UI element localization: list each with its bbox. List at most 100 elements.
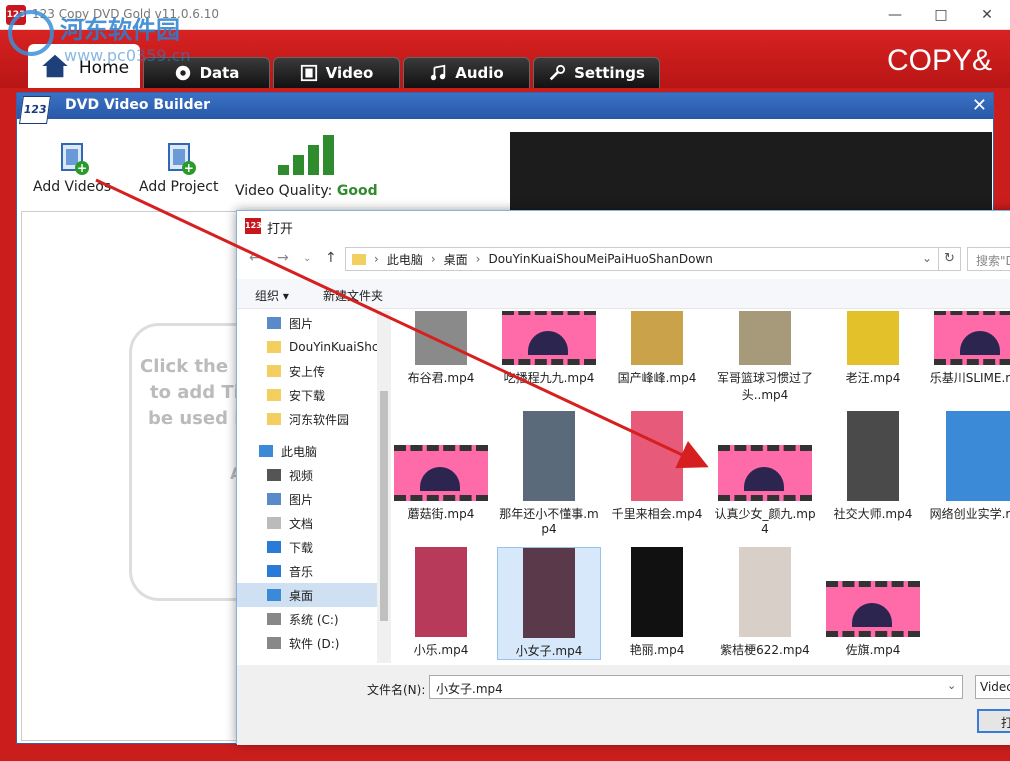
forward-arrow-icon[interactable]: →: [277, 250, 289, 266]
address-dropdown-chevron-icon[interactable]: ⌄: [922, 251, 932, 265]
file-type-select[interactable]: Videc: [975, 675, 1010, 699]
tab-settings[interactable]: Settings: [533, 57, 660, 88]
builder-title: DVD Video Builder: [65, 97, 211, 113]
file-item[interactable]: 佐旗.mp4: [821, 547, 925, 658]
nav-item[interactable]: 视频: [237, 463, 389, 487]
file-name: 千里来相会.mp4: [611, 507, 703, 521]
organize-button[interactable]: 组织 ▾: [255, 287, 289, 304]
nav-item[interactable]: 下载: [237, 535, 389, 559]
folder-icon: [267, 341, 281, 353]
tab-home[interactable]: Home: [28, 44, 140, 88]
file-thumbnail: [415, 311, 467, 365]
folder-icon: [267, 365, 281, 377]
file-item[interactable]: 吃播程九九.mp4: [497, 311, 601, 386]
open-button[interactable]: 打: [977, 709, 1010, 733]
nav-item[interactable]: 安上传: [237, 359, 389, 383]
video-preview: [510, 132, 992, 222]
music-note-icon: [431, 64, 446, 81]
file-name: 小乐.mp4: [413, 643, 469, 657]
nav-item-label: 文档: [289, 516, 314, 531]
back-arrow-icon[interactable]: ←: [249, 250, 261, 266]
file-name: 布谷君.mp4: [407, 371, 475, 385]
minimize-button[interactable]: —: [872, 0, 918, 30]
file-item[interactable]: 小乐.mp4: [393, 547, 493, 658]
nav-item-label: 安下载: [289, 388, 326, 403]
recent-chevron-down-icon[interactable]: ⌄: [303, 253, 311, 264]
tab-label: Data: [199, 64, 240, 82]
file-item[interactable]: 社交大师.mp4: [821, 411, 925, 522]
file-item[interactable]: 蘑菇街.mp4: [393, 411, 493, 522]
builder-app-icon: 123: [19, 96, 51, 124]
nav-item-label: 软件 (D:): [289, 636, 340, 651]
nav-item[interactable]: 文档: [237, 511, 389, 535]
video-quality-indicator[interactable]: Video Quality: Good: [235, 133, 378, 199]
file-item[interactable]: 认真少女_颜九.mp4: [713, 411, 817, 536]
disc-icon: [175, 65, 190, 81]
file-item[interactable]: 艳丽.mp4: [605, 547, 709, 658]
nav-item-label: 视频: [289, 468, 314, 483]
file-thumbnail: [631, 311, 683, 365]
file-thumbnail: [934, 311, 1010, 365]
refresh-icon[interactable]: ↻: [939, 247, 961, 271]
file-item[interactable]: 小女子.mp4: [497, 547, 601, 660]
file-thumbnail: [847, 311, 899, 365]
nav-item[interactable]: 此电脑: [237, 439, 389, 463]
file-item[interactable]: 军哥篮球习惯过了头..mp4: [713, 311, 817, 403]
file-name: 蘑菇街.mp4: [407, 507, 475, 521]
file-thumbnail: [739, 311, 791, 365]
nav-item[interactable]: 系统 (C:): [237, 607, 389, 631]
filename-dropdown-chevron-icon[interactable]: ⌄: [947, 679, 956, 692]
film-icon: [300, 64, 317, 82]
video-quality-label: Video Quality:: [235, 183, 333, 199]
nav-item[interactable]: 安下载: [237, 383, 389, 407]
drive-icon: [267, 613, 281, 625]
file-item[interactable]: 布谷君.mp4: [393, 311, 493, 386]
nav-item[interactable]: 图片: [237, 487, 389, 511]
computer-icon: [259, 445, 273, 457]
up-arrow-icon[interactable]: ↑: [325, 250, 337, 266]
add-project-label: Add Project: [139, 179, 219, 195]
nav-item[interactable]: 河东软件园: [237, 407, 389, 431]
file-name: 紫桔梗622.mp4: [720, 643, 810, 657]
folder-icon: [267, 389, 281, 401]
navigation-scroll-thumb[interactable]: [380, 391, 388, 621]
breadcrumb-item[interactable]: 桌面: [444, 251, 468, 268]
tab-audio[interactable]: Audio: [403, 57, 530, 88]
file-thumbnail: [523, 411, 575, 501]
signal-bars-icon: [235, 133, 378, 175]
file-item[interactable]: 老汪.mp4: [821, 311, 925, 386]
nav-item[interactable]: DouYinKuaiShc: [237, 335, 389, 359]
close-button[interactable]: ✕: [964, 0, 1010, 30]
nav-item[interactable]: 音乐: [237, 559, 389, 583]
new-folder-button[interactable]: 新建文件夹: [323, 287, 383, 304]
file-item[interactable]: 网络创业实学.mp4: [929, 411, 1010, 522]
file-item[interactable]: 那年还小不懂事.mp4: [497, 411, 601, 536]
tab-data[interactable]: Data: [143, 57, 270, 88]
nav-item-label: 图片: [289, 316, 314, 331]
file-name: 认真少女_颜九.mp4: [714, 507, 816, 536]
builder-close-button[interactable]: ✕: [972, 95, 987, 116]
file-name: 那年还小不懂事.mp4: [499, 507, 599, 536]
tab-video[interactable]: Video: [273, 57, 400, 88]
nav-item[interactable]: 桌面: [237, 583, 389, 607]
nav-item[interactable]: 图片: [237, 311, 389, 335]
filename-input[interactable]: 小女子.mp4: [429, 675, 963, 699]
add-project-button[interactable]: + Add Project: [139, 143, 218, 195]
address-bar[interactable]: › 此电脑 › 桌面 › DouYinKuaiShouMeiPaiHuoShan…: [345, 247, 939, 271]
file-item[interactable]: 国产峰峰.mp4: [605, 311, 709, 386]
nav-item[interactable]: 软件 (D:): [237, 631, 389, 655]
breadcrumb-item[interactable]: DouYinKuaiShouMeiPaiHuoShanDown: [488, 252, 712, 266]
file-item[interactable]: 乐基川SLIME.mp4: [929, 311, 1010, 386]
nav-item-label: 此电脑: [281, 444, 318, 459]
breadcrumb-separator: ›: [374, 252, 379, 266]
download-icon: [267, 541, 281, 553]
maximize-button[interactable]: □: [918, 0, 964, 30]
add-videos-button[interactable]: + Add Videos: [33, 143, 111, 195]
file-item[interactable]: 紫桔梗622.mp4: [713, 547, 817, 658]
add-project-icon: +: [166, 143, 196, 175]
file-item[interactable]: 千里来相会.mp4: [605, 411, 709, 522]
brand-logo: COPY&: [887, 44, 993, 77]
search-input[interactable]: 搜索"D: [967, 247, 1010, 271]
breadcrumb-item[interactable]: 此电脑: [387, 251, 423, 268]
desktop-icon: [267, 589, 281, 601]
